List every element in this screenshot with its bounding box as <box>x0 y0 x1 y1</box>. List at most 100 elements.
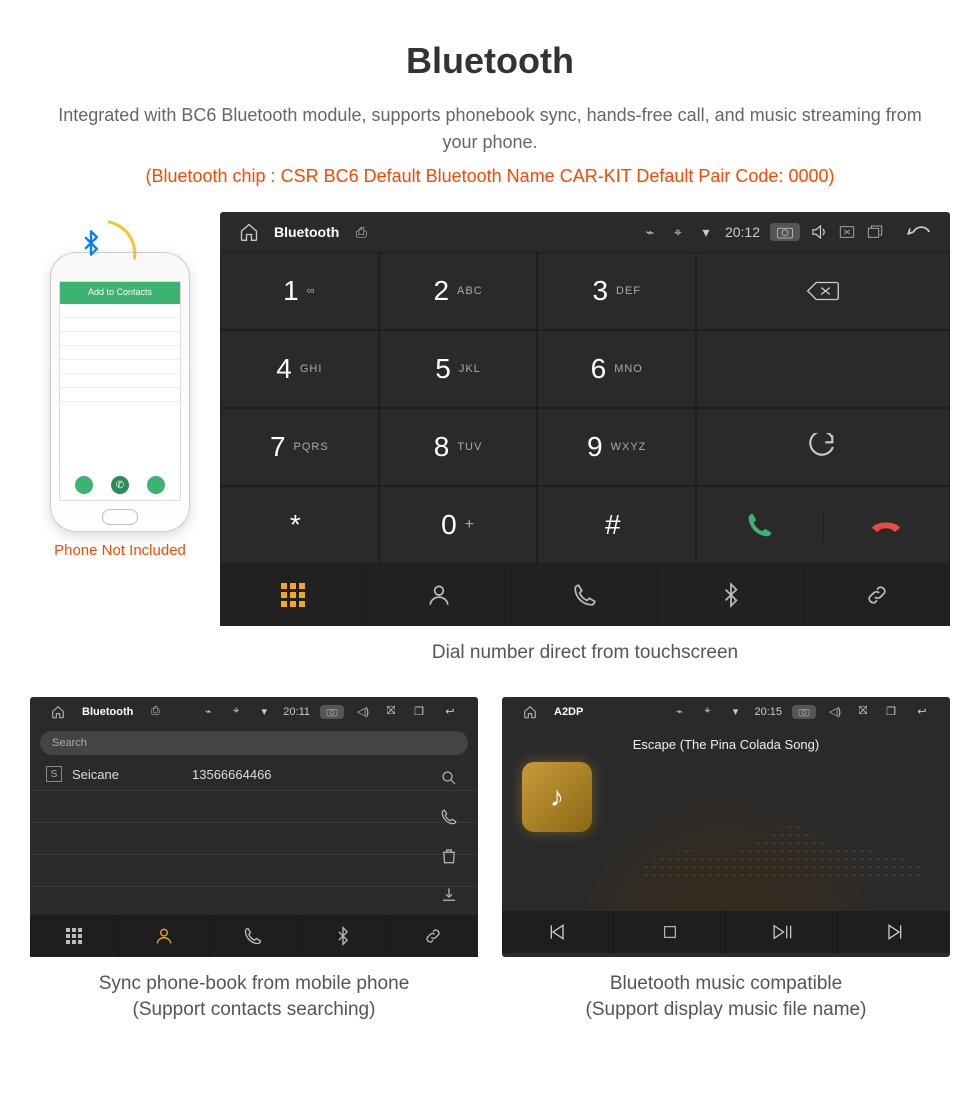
side-empty-1 <box>696 330 950 408</box>
page-title: Bluetooth <box>0 40 980 82</box>
redial-button[interactable] <box>696 408 950 486</box>
call-button[interactable] <box>697 510 823 540</box>
tab-bluetooth[interactable] <box>299 915 389 957</box>
wifi-icon: ▾ <box>726 705 744 718</box>
wifi-icon: ▾ <box>697 224 715 241</box>
home-icon[interactable] <box>521 705 539 719</box>
search-input[interactable]: Search <box>40 731 468 755</box>
home-icon[interactable] <box>49 705 67 719</box>
download-icon[interactable] <box>440 886 458 904</box>
tab-contacts[interactable] <box>120 915 210 957</box>
close-icon[interactable] <box>838 223 856 241</box>
dialer-screen: Bluetooth ⎙ ⌁ ⌖ ▾ 20:12 1∞ 2ABC 3DEF 4GH… <box>220 212 950 626</box>
page-subtitle: Integrated with BC6 Bluetooth module, su… <box>0 102 980 156</box>
prev-button[interactable] <box>502 911 614 953</box>
back-icon[interactable]: ↩ <box>441 705 459 718</box>
tab-contacts[interactable] <box>366 564 512 626</box>
contact-row[interactable]: S Seicane 13566664466 <box>30 759 478 791</box>
phone-column: Add to Contacts ✆ Phone Not Included <box>30 212 210 559</box>
camera-icon[interactable] <box>792 705 816 719</box>
clock: 20:11 <box>283 706 310 718</box>
location-icon: ⌖ <box>669 224 687 241</box>
tab-bluetooth[interactable] <box>658 564 804 626</box>
usb-icon: ⎙ <box>352 224 370 241</box>
phone-app-header: Add to Contacts <box>60 282 180 304</box>
recents-icon[interactable] <box>866 223 884 241</box>
caption-music: Bluetooth music compatible(Support displ… <box>502 971 950 1024</box>
phonebook-screen: Bluetooth ⎙ ⌁ ⌖ ▾ 20:11 ◁) ⛝ ❐ ↩ Search … <box>30 697 478 957</box>
volume-icon[interactable]: ◁) <box>354 705 372 718</box>
phone-mock: Add to Contacts ✆ <box>50 252 190 532</box>
contact-list: S Seicane 13566664466 <box>30 759 478 915</box>
camera-icon[interactable] <box>320 705 344 719</box>
signal-wave-icon <box>102 220 141 259</box>
phone-note: Phone Not Included <box>30 542 210 559</box>
wifi-icon: ▾ <box>255 705 273 718</box>
location-icon: ⌖ <box>698 705 716 718</box>
status-title: A2DP <box>554 706 583 718</box>
key-1[interactable]: 1∞ <box>220 252 379 330</box>
music-controls <box>502 911 950 953</box>
tab-dialpad[interactable] <box>30 915 120 957</box>
location-icon: ⌖ <box>227 705 245 718</box>
call-icon[interactable] <box>440 808 458 826</box>
stop-button[interactable] <box>614 911 726 953</box>
phone-dock: ✆ <box>60 476 180 494</box>
bluetooth-status-icon: ⌁ <box>670 705 688 718</box>
key-9[interactable]: 9WXYZ <box>537 408 696 486</box>
recents-icon[interactable]: ❐ <box>882 705 900 718</box>
volume-icon[interactable] <box>810 223 828 241</box>
camera-icon[interactable] <box>770 223 800 241</box>
bluetooth-status-icon: ⌁ <box>641 224 659 241</box>
status-bar: A2DP ⌁ ⌖ ▾ 20:15 ◁) ⛝ ❐ ↩ <box>502 697 950 727</box>
close-icon[interactable]: ⛝ <box>854 705 872 718</box>
music-screen: A2DP ⌁ ⌖ ▾ 20:15 ◁) ⛝ ❐ ↩ Escape (The Pi… <box>502 697 950 957</box>
key-7[interactable]: 7PQRS <box>220 408 379 486</box>
back-icon[interactable] <box>903 223 931 241</box>
tab-dialpad[interactable] <box>220 564 366 626</box>
status-bar: Bluetooth ⎙ ⌁ ⌖ ▾ 20:11 ◁) ⛝ ❐ ↩ <box>30 697 478 727</box>
play-pause-button[interactable] <box>726 911 838 953</box>
key-3[interactable]: 3DEF <box>537 252 696 330</box>
status-title: Bluetooth <box>82 706 133 718</box>
close-icon[interactable]: ⛝ <box>382 705 400 718</box>
caption-dialer: Dial number direct from touchscreen <box>190 640 980 667</box>
next-button[interactable] <box>838 911 950 953</box>
status-bar: Bluetooth ⎙ ⌁ ⌖ ▾ 20:12 <box>220 212 950 252</box>
phone-home-button <box>102 509 138 525</box>
tab-pair[interactable] <box>388 915 478 957</box>
tab-call-log[interactable] <box>512 564 658 626</box>
status-title: Bluetooth <box>274 224 339 240</box>
key-0[interactable]: 0+ <box>379 486 538 564</box>
clock: 20:12 <box>725 224 760 240</box>
contact-name: Seicane <box>72 767 192 782</box>
key-8[interactable]: 8TUV <box>379 408 538 486</box>
song-title: Escape (The Pina Colada Song) <box>633 737 819 752</box>
dial-pad: 1∞ 2ABC 3DEF 4GHI 5JKL 6MNO 7PQRS 8TUV 9… <box>220 252 950 564</box>
backspace-button[interactable] <box>696 252 950 330</box>
album-art-icon: ♪ <box>522 762 592 832</box>
key-hash[interactable]: # <box>537 486 696 564</box>
tab-call-log[interactable] <box>209 915 299 957</box>
delete-icon[interactable] <box>440 847 458 865</box>
home-icon[interactable] <box>239 222 259 242</box>
back-icon[interactable]: ↩ <box>913 705 931 718</box>
key-star[interactable]: * <box>220 486 379 564</box>
search-icon[interactable] <box>440 769 458 787</box>
bluetooth-icon <box>77 229 105 257</box>
caption-phonebook: Sync phone-book from mobile phone(Suppor… <box>30 971 478 1024</box>
key-2[interactable]: 2ABC <box>379 252 538 330</box>
bluetooth-status-icon: ⌁ <box>199 705 217 718</box>
recents-icon[interactable]: ❐ <box>410 705 428 718</box>
key-6[interactable]: 6MNO <box>537 330 696 408</box>
key-4[interactable]: 4GHI <box>220 330 379 408</box>
tab-pair[interactable] <box>804 564 950 626</box>
contact-number: 13566664466 <box>192 767 272 782</box>
spec-line: (Bluetooth chip : CSR BC6 Default Blueto… <box>0 166 980 187</box>
hangup-button[interactable] <box>824 510 949 540</box>
key-5[interactable]: 5JKL <box>379 330 538 408</box>
volume-icon[interactable]: ◁) <box>826 705 844 718</box>
dialer-tabs <box>220 564 950 626</box>
contact-initial: S <box>46 766 62 782</box>
usb-icon: ⎙ <box>146 705 164 718</box>
